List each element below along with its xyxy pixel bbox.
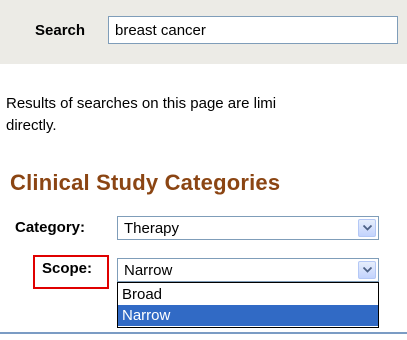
- category-selected-value: Therapy: [124, 220, 180, 237]
- chevron-down-icon[interactable]: [358, 261, 376, 279]
- scope-label: Scope:: [42, 260, 93, 277]
- scope-option-narrow[interactable]: Narrow: [118, 305, 378, 326]
- divider: [0, 332, 407, 334]
- notice-line-1: Results of searches on this page are lim…: [6, 95, 277, 112]
- results-notice: Results of searches on this page are lim…: [6, 93, 407, 137]
- search-bar: Search: [0, 0, 407, 64]
- chevron-down-icon[interactable]: [358, 219, 376, 237]
- section-title: Clinical Study Categories: [10, 170, 281, 195]
- scope-select[interactable]: Narrow: [117, 258, 379, 282]
- search-label: Search: [35, 22, 86, 39]
- scope-option-broad[interactable]: Broad: [118, 284, 378, 305]
- scope-selected-value: Narrow: [124, 262, 173, 279]
- category-select[interactable]: Therapy: [117, 216, 379, 240]
- category-label: Category:: [15, 219, 86, 236]
- search-input[interactable]: [108, 16, 398, 44]
- notice-line-2: directly.: [6, 117, 57, 134]
- scope-dropdown-list: Broad Narrow: [117, 282, 379, 328]
